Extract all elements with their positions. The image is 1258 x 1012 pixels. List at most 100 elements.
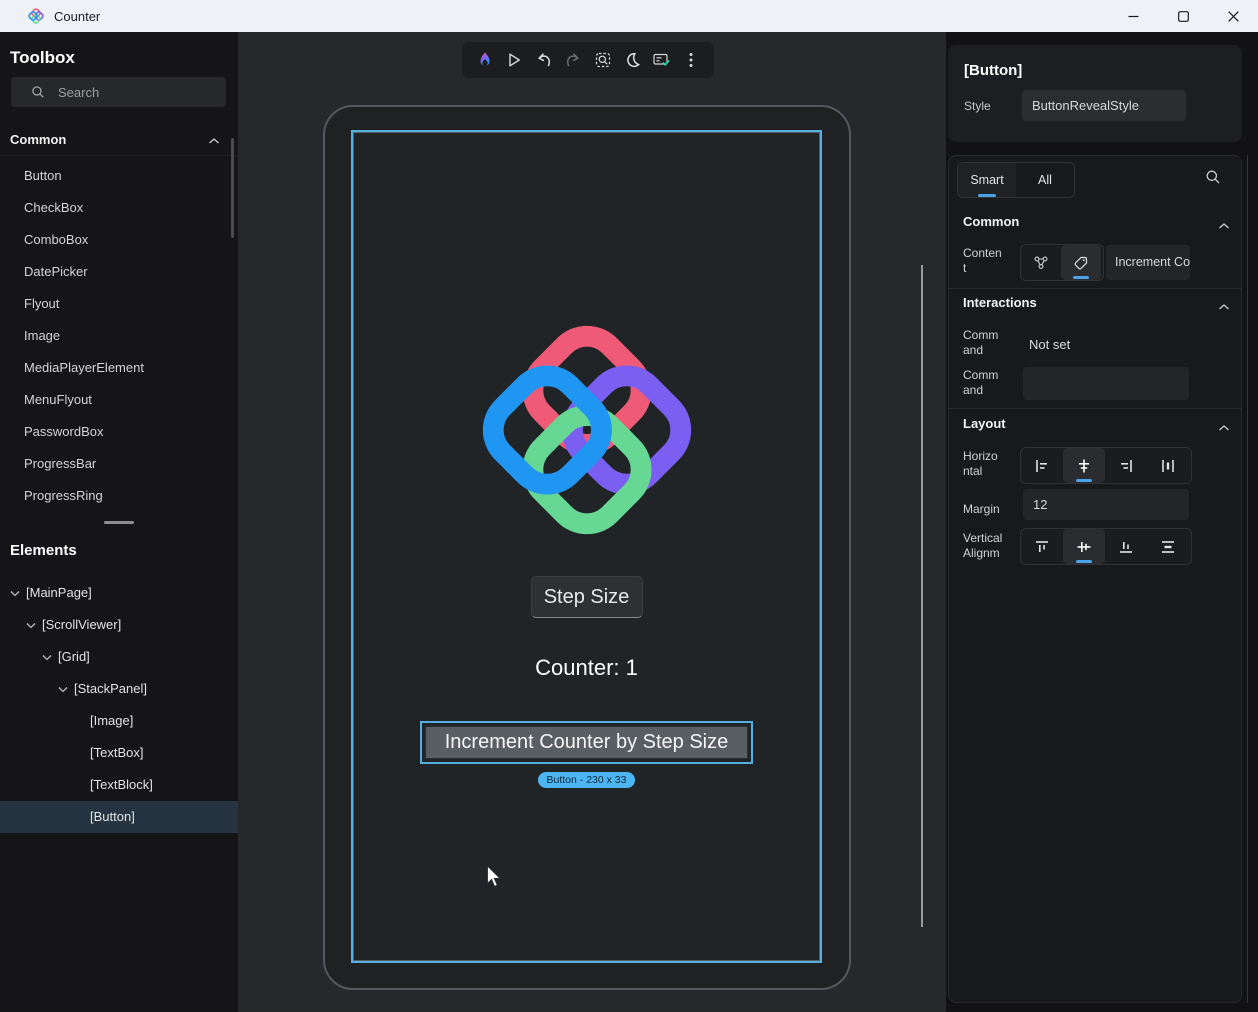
mouse-cursor xyxy=(485,865,503,889)
zoom-to-region-button[interactable] xyxy=(590,47,616,73)
settings-checklist-button[interactable] xyxy=(649,47,675,73)
valign-bottom-button[interactable] xyxy=(1105,529,1147,564)
close-button[interactable] xyxy=(1208,0,1258,32)
chevron-down-icon[interactable] xyxy=(58,686,68,693)
section-layout-collapse[interactable] xyxy=(1218,420,1230,435)
app-hero-logo[interactable] xyxy=(478,321,696,539)
search-icon xyxy=(31,85,45,99)
toolbox-item-flyout[interactable]: Flyout xyxy=(0,288,238,320)
tree-item-mainpage[interactable]: [MainPage] xyxy=(0,577,238,609)
tree-item-label: [TextBox] xyxy=(90,745,143,760)
properties-search-icon[interactable] xyxy=(1205,169,1221,185)
command-value-notset[interactable]: Not set xyxy=(1029,337,1070,352)
tree-item-stackpanel[interactable]: [StackPanel] xyxy=(0,673,238,705)
chevron-up-icon xyxy=(1218,303,1230,311)
toolbox-item-passwordbox[interactable]: PasswordBox xyxy=(0,416,238,448)
halign-stretch-button[interactable] xyxy=(1147,448,1189,483)
vertical-label-line1: Vertical xyxy=(963,531,1002,546)
chevron-down-icon[interactable] xyxy=(42,654,52,661)
command2-label-line1: Comm xyxy=(963,368,998,383)
maximize-button[interactable] xyxy=(1158,0,1208,32)
toolbox-item-datepicker[interactable]: DatePicker xyxy=(0,256,238,288)
style-value-field[interactable]: ButtonRevealStyle xyxy=(1022,90,1186,121)
tree-item-label: [TextBlock] xyxy=(90,777,153,792)
vertical-alignment-label: Vertical Alignm xyxy=(963,531,1002,561)
toolbox-scrollbar[interactable] xyxy=(231,138,234,238)
halign-center-button[interactable] xyxy=(1063,448,1105,483)
content-mode-segmented xyxy=(1020,244,1104,281)
tree-item-textblock[interactable]: [TextBlock] xyxy=(0,769,238,801)
content-binding-mode-button[interactable] xyxy=(1021,245,1061,280)
toolbox-item-progressring[interactable]: ProgressRing xyxy=(0,480,238,512)
play-button[interactable] xyxy=(501,47,527,73)
align-bottom-icon xyxy=(1117,538,1135,556)
close-icon xyxy=(1228,11,1239,22)
device-screen-selected-page[interactable]: Step Size Counter: 1 Increment Counter b… xyxy=(353,132,820,961)
undo-icon xyxy=(535,51,553,69)
halign-right-button[interactable] xyxy=(1105,448,1147,483)
increment-counter-button[interactable]: Increment Counter by Step Size xyxy=(425,726,748,759)
content-literal-mode-button[interactable] xyxy=(1061,245,1101,280)
toolbox-item-menuflyout[interactable]: MenuFlyout xyxy=(0,384,238,416)
tab-all[interactable]: All xyxy=(1016,163,1074,197)
toolbox-item-checkbox[interactable]: CheckBox xyxy=(0,192,238,224)
valign-top-button[interactable] xyxy=(1021,529,1063,564)
content-value-field[interactable]: Increment Co xyxy=(1106,245,1190,280)
margin-label: Margin xyxy=(963,502,1000,517)
section-common-title: Common xyxy=(963,214,1019,229)
command-input-field[interactable] xyxy=(1023,367,1189,400)
section-label: Common xyxy=(10,132,66,147)
align-center-icon xyxy=(1075,457,1093,475)
design-canvas[interactable]: Step Size Counter: 1 Increment Counter b… xyxy=(238,32,946,1012)
horizontal-alignment-segmented xyxy=(1020,447,1192,484)
toolbox-item-progressbar[interactable]: ProgressBar xyxy=(0,448,238,480)
toolbox-item-image[interactable]: Image xyxy=(0,320,238,352)
section-common-collapse[interactable] xyxy=(1218,218,1230,233)
minimize-button[interactable] xyxy=(1108,0,1158,32)
selected-element-name: [Button] xyxy=(964,62,1022,79)
maximize-icon xyxy=(1178,11,1189,22)
tree-item-image[interactable]: [Image] xyxy=(0,705,238,737)
undo-button[interactable] xyxy=(531,47,557,73)
tree-item-button-selected[interactable]: [Button] xyxy=(0,801,238,833)
toolbox-item-button[interactable]: Button xyxy=(0,160,238,192)
toolbox-title: Toolbox xyxy=(10,48,75,68)
more-options-button[interactable] xyxy=(678,47,704,73)
margin-input-field[interactable]: 12 xyxy=(1023,489,1189,520)
tab-smart-label: Smart xyxy=(970,173,1003,187)
tree-item-label: [Button] xyxy=(90,809,135,824)
chevron-down-icon[interactable] xyxy=(10,590,20,597)
toolbox-section-common[interactable]: Common xyxy=(0,129,238,153)
hot-reload-flame-button[interactable] xyxy=(472,47,498,73)
horizontal-label-line1: Horizo xyxy=(963,449,998,464)
toolbox-item-mediaplayerelement[interactable]: MediaPlayerElement xyxy=(0,352,238,384)
halign-left-button[interactable] xyxy=(1021,448,1063,483)
search-placeholder: Search xyxy=(58,85,99,100)
panel-resize-handle[interactable] xyxy=(104,521,134,524)
tab-all-label: All xyxy=(1038,173,1052,187)
app-window: Counter Toolbox Search Common Button Ch xyxy=(0,0,1258,1012)
command-label-line1: Comm xyxy=(963,328,998,343)
valign-center-button[interactable] xyxy=(1063,529,1105,564)
tree-item-grid[interactable]: [Grid] xyxy=(0,641,238,673)
section-interactions-collapse[interactable] xyxy=(1218,299,1230,314)
valign-stretch-button[interactable] xyxy=(1147,529,1189,564)
window-title: Counter xyxy=(54,9,100,24)
chevron-up-icon xyxy=(1218,424,1230,432)
toolbox-item-combobox[interactable]: ComboBox xyxy=(0,224,238,256)
tree-item-textbox[interactable]: [TextBox] xyxy=(0,737,238,769)
tree-item-scrollviewer[interactable]: [ScrollViewer] xyxy=(0,609,238,641)
tab-smart[interactable]: Smart xyxy=(958,163,1016,197)
properties-scrollbar[interactable] xyxy=(1247,155,1248,1003)
canvas-scrollbar[interactable] xyxy=(921,265,923,927)
chevron-down-icon[interactable] xyxy=(26,622,36,629)
divider xyxy=(0,155,238,156)
redo-button[interactable] xyxy=(560,47,586,73)
device-frame: Step Size Counter: 1 Increment Counter b… xyxy=(323,105,851,990)
theme-toggle-button[interactable] xyxy=(619,47,645,73)
step-size-textbox[interactable]: Step Size xyxy=(531,576,643,618)
toolbox-search-input[interactable]: Search xyxy=(11,77,226,107)
left-sidebar: Toolbox Search Common Button CheckBox Co… xyxy=(0,32,238,1012)
window-controls xyxy=(1108,0,1258,32)
divider xyxy=(949,288,1241,289)
